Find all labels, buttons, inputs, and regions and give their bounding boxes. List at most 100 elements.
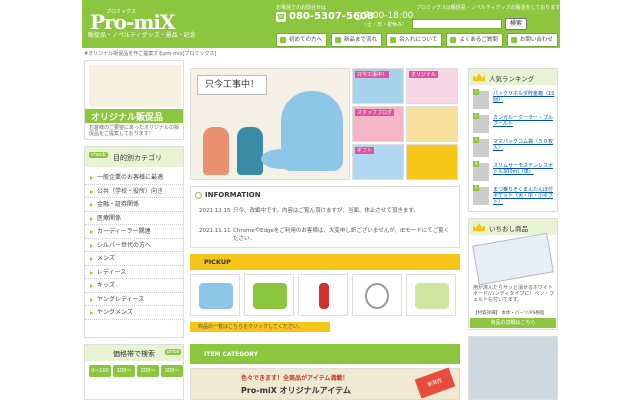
thumb-banner[interactable] <box>406 106 458 142</box>
ranking-item[interactable]: 5 まつ乗りぞくまんたんぼ付ポケット（大・中・小ギフト） <box>473 185 555 209</box>
ranking-item[interactable]: 3 ママパッグコム袋（５０枚入） <box>473 137 555 161</box>
nav-icon <box>280 37 286 43</box>
nav-name-printing[interactable]: 名入れについて <box>386 33 443 47</box>
hot-water-bottle-image <box>237 127 263 175</box>
pickup-item[interactable] <box>406 274 456 316</box>
crown-icon <box>473 223 485 231</box>
nav-label: よくあるご質問 <box>459 37 498 43</box>
nav-label: 初めての方へ <box>289 37 323 43</box>
ranking-header: 人気ランキング <box>469 69 557 85</box>
nav-first-time[interactable]: 初めての方へ <box>276 33 328 47</box>
nav-flow[interactable]: 新品まで流れ <box>331 33 383 47</box>
business-hours-note: （土・日・祝休み） <box>362 22 408 28</box>
category-banner[interactable]: 色々できます！全商品がアイテム満載！ Pro-miX オリジナルアイテム 新発売 <box>190 367 460 400</box>
phone-icon: ☎ <box>276 12 286 22</box>
nav-label: 新品まで流れ <box>344 37 378 43</box>
purpose-item[interactable]: シルバー世代の方へ <box>85 239 183 252</box>
purpose-header: check 目的別カテゴリ <box>85 147 183 167</box>
ranking-item-link[interactable]: パックリホルダ貯金箱（15個） <box>493 91 555 103</box>
category-banner-logo: Pro-miX オリジナルアイテム <box>241 386 351 395</box>
purpose-item[interactable]: レディース <box>85 266 183 279</box>
price-chip[interactable]: 200〜300円 <box>137 365 159 386</box>
logo[interactable]: プロミックス Pro-miX 販促品・ノベルティグッズ・景品・記念 <box>84 4 268 40</box>
purpose-item[interactable]: メンズ <box>85 252 183 266</box>
ranking-item-link[interactable]: カンガルークーラー・プルフールト <box>493 115 555 127</box>
breadcrumb: #オリジナル販促品を作ご提案するpro-mix[プロミックス] <box>84 51 217 57</box>
nav-icon <box>390 37 397 43</box>
ranking-item[interactable]: 4 スリムサーモステンレスボトル300ml（単） <box>473 161 555 185</box>
info-text: ChromeやEdgeをご利用のお客様は、大変申し訳ございませんが、IEモードに… <box>233 228 450 242</box>
thumb-label: ギフト <box>355 147 375 154</box>
pickup-list-link[interactable]: 商品の一覧はこちらをクリックしてください。 <box>190 322 330 332</box>
nav-contact[interactable]: お問い合わせ <box>506 33 558 47</box>
global-nav: 初めての方へ 新品まで流れ 名入れについて よくあるご質問 お問い合わせ <box>276 33 558 47</box>
thumb-label: オリジナル <box>409 71 439 78</box>
thumb-banner[interactable]: スタッフブログ <box>352 106 404 142</box>
logo-subtitle: 販促品・ノベルティグッズ・景品・記念 <box>88 32 196 39</box>
info-text: 只今、改編中です。内容はご覧ん頂けますが、当面、休止させて頂きます。 <box>233 208 419 214</box>
ranking-item-link[interactable]: ママパッグコム袋（５０枚入） <box>493 139 555 151</box>
recommended-text: 用が済んだらサッと消せるホワイトボード/ハンディタイプに！ペン・フェルトも付いて… <box>473 285 555 303</box>
whiteboard-image[interactable] <box>472 232 554 286</box>
purpose-item[interactable]: キッズ <box>85 279 183 293</box>
purpose-item[interactable]: 一般企業のお客様に最適 <box>85 171 183 185</box>
hero-banner[interactable]: 只今工事中！ <box>190 68 350 180</box>
rank-number: 4 <box>473 161 479 167</box>
purpose-item[interactable]: 公共（学校・役所）向き <box>85 185 183 198</box>
header-tagline: プロミックスは販促品・ノベルティグッズの製造をしております <box>416 5 561 11</box>
search-input[interactable] <box>412 19 502 29</box>
purpose-item[interactable]: ヤングメンズ <box>85 306 183 320</box>
info-date: 2021.11.11 <box>199 228 231 234</box>
pickup-item[interactable] <box>244 274 294 316</box>
thumb-banner[interactable]: ギフト <box>352 144 404 180</box>
information-box: INFORMATION 2021.12.15 只今、改編中です。内容はご覧ん頂け… <box>190 186 460 248</box>
thumb-banner[interactable] <box>406 144 458 180</box>
product-image <box>199 283 233 309</box>
fish-plush-image <box>261 149 301 169</box>
info-row: 2021.12.15 只今、改編中です。内容はご覧ん頂けますが、当面、休止させて… <box>199 207 419 215</box>
purpose-item[interactable]: カーディーラー関連 <box>85 225 183 239</box>
item-category-title: ITEM CATEGORY <box>204 351 258 358</box>
search-button[interactable]: 検索 <box>505 18 527 30</box>
recommended-detail-link[interactable]: 商品の詳細はこちら <box>470 318 556 328</box>
ranking-title: 人気ランキング <box>489 75 535 83</box>
thumb-banner[interactable]: オリジナル <box>406 68 458 104</box>
info-date: 2021.12.15 <box>199 208 231 214</box>
purpose-item[interactable]: ヤングレディース <box>85 293 183 306</box>
check-tag: check <box>89 152 108 158</box>
ranking-item-link[interactable]: スリムサーモステンレスボトル300ml（単） <box>493 163 555 175</box>
pickup-item[interactable] <box>352 274 402 316</box>
purpose-item[interactable]: 金融・証券関係 <box>85 198 183 212</box>
purpose-title: 目的別カテゴリ <box>113 154 162 162</box>
nav-faq[interactable]: よくあるご質問 <box>446 33 503 47</box>
factory-image[interactable] <box>468 336 558 400</box>
item-category-header: ITEM CATEGORY <box>190 344 460 364</box>
purpose-item[interactable]: 医療関係 <box>85 212 183 225</box>
rank-number: 1 <box>473 89 479 95</box>
promo-banner[interactable]: オリジナル販促品 お客様のご要望にあったオリジナルの販促品をご提案しております！ <box>84 60 184 140</box>
product-image <box>319 283 329 309</box>
banner-thumbnails: 只今工事中！ オリジナル スタッフブログ ギフト <box>352 68 460 180</box>
thumb-banner[interactable]: 只今工事中！ <box>352 68 404 104</box>
pickup-items <box>190 274 460 320</box>
new-release-badge: 新発売 <box>414 367 456 399</box>
thumb-label: 只今工事中！ <box>355 71 390 78</box>
ranking-box: 人気ランキング 1 パックリホルダ貯金箱（15個） 2 カンガルークーラー・プル… <box>468 68 558 212</box>
info-row: 2021.11.11 ChromeやEdgeをご利用のお客様は、大変申し訳ござい… <box>199 227 449 242</box>
price-chip[interactable]: 100〜200円 <box>113 365 135 386</box>
business-hours: 7:00-18:00 <box>364 11 414 21</box>
price-chip[interactable]: 0〜100円 <box>89 365 111 386</box>
recommended-box: いちおし商品 用が済んだらサッと消せるホワイトボード/ハンディタイプに！ペン・フ… <box>468 218 558 330</box>
pickup-item[interactable] <box>190 274 240 316</box>
nav-icon <box>450 37 457 43</box>
ranking-item-link[interactable]: まつ乗りぞくまんたんぼ付ポケット（大・中・小ギフト） <box>493 187 555 205</box>
crown-icon <box>473 73 485 81</box>
ranking-item[interactable]: 2 カンガルークーラー・プルフールト <box>473 113 555 137</box>
price-chip[interactable]: 300〜500円 <box>161 365 183 386</box>
price-grid: 0〜100円 100〜200円 200〜300円 300〜500円 <box>89 365 183 386</box>
ranking-item[interactable]: 1 パックリホルダ貯金箱（15個） <box>473 89 555 113</box>
purpose-category-box: check 目的別カテゴリ 一般企業のお客様に最適 公共（学校・役所）向き 金融… <box>84 146 184 338</box>
pickup-item[interactable] <box>298 274 348 316</box>
mail-icon <box>510 37 517 43</box>
price-tag: price <box>165 349 182 355</box>
